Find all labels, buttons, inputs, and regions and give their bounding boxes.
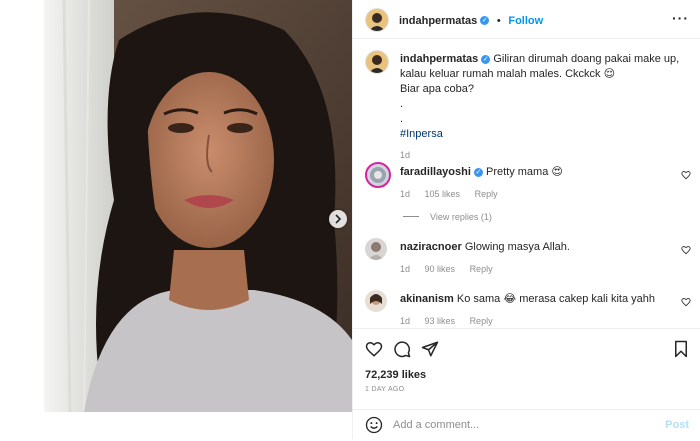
follow-button[interactable]: Follow bbox=[508, 15, 543, 27]
reply-button[interactable]: Reply bbox=[475, 189, 498, 199]
view-replies-button[interactable]: View replies (1) bbox=[430, 212, 492, 222]
emoji-icon[interactable] bbox=[365, 416, 383, 434]
heart-icon[interactable] bbox=[681, 245, 691, 255]
author-username[interactable]: indahpermatas bbox=[399, 15, 477, 27]
next-photo-button[interactable] bbox=[329, 210, 347, 228]
commenter-avatar[interactable] bbox=[365, 238, 387, 260]
caption-username[interactable]: indahpermatas bbox=[400, 53, 478, 65]
heart-icon[interactable] bbox=[365, 340, 383, 358]
comment-time: 1d bbox=[400, 264, 411, 274]
caption: indahpermatas ✓ Giliran dirumah doang pak… bbox=[400, 52, 690, 160]
like-count[interactable]: 72,239 likes bbox=[365, 369, 426, 381]
comment-likes[interactable]: 93 likes bbox=[425, 316, 456, 326]
comment-likes[interactable]: 90 likes bbox=[425, 264, 456, 274]
caption-line2: Biar apa coba? bbox=[400, 83, 474, 95]
post-panel: indahpermatas ✓ • Follow ··· indahpermata… bbox=[352, 0, 700, 439]
paper-plane-icon[interactable] bbox=[421, 340, 439, 358]
author-avatar[interactable] bbox=[365, 8, 389, 32]
add-comment-bar: Post bbox=[353, 409, 700, 441]
caption-time: 1d bbox=[400, 150, 411, 160]
comment-text: Ko sama 😂 merasa cakep kali kita yahh bbox=[456, 293, 655, 305]
caption-author-avatar[interactable] bbox=[365, 50, 389, 74]
commenter-username[interactable]: faradillayoshi bbox=[400, 166, 471, 178]
bookmark-icon[interactable] bbox=[673, 340, 689, 358]
reply-button[interactable]: Reply bbox=[470, 264, 493, 274]
more-options-icon[interactable]: ··· bbox=[672, 10, 689, 26]
commenter-avatar[interactable] bbox=[365, 290, 387, 312]
comment-time: 1d bbox=[400, 189, 411, 199]
reply-button[interactable]: Reply bbox=[470, 316, 493, 326]
commenter-username[interactable]: naziracnoer bbox=[400, 241, 462, 253]
verified-badge-icon: ✓ bbox=[473, 167, 483, 177]
comment-input[interactable] bbox=[391, 418, 655, 432]
post-photo[interactable] bbox=[44, 0, 352, 412]
post-header: indahpermatas ✓ • Follow ··· bbox=[353, 0, 700, 39]
hashtag-link[interactable]: #Inpersa bbox=[400, 127, 690, 142]
comment-time: 1d bbox=[400, 316, 411, 326]
post-actions: 72,239 likes 1 DAY AGO Post bbox=[353, 328, 700, 440]
caption-dot: . bbox=[400, 113, 404, 125]
heart-icon[interactable] bbox=[681, 297, 691, 307]
commenter-avatar[interactable] bbox=[365, 162, 391, 188]
caption-dot: . bbox=[400, 98, 404, 110]
verified-badge-icon: ✓ bbox=[480, 16, 490, 26]
chevron-right-icon bbox=[335, 214, 342, 224]
commenter-username[interactable]: akinanism bbox=[400, 293, 454, 305]
comment-text: Glowing masya Allah. bbox=[464, 241, 570, 253]
verified-badge-icon: ✓ bbox=[481, 54, 491, 64]
comment-text: Pretty mama 😍 bbox=[485, 166, 563, 178]
comment-likes[interactable]: 105 likes bbox=[425, 189, 461, 199]
comment-icon[interactable] bbox=[393, 340, 411, 358]
heart-icon[interactable] bbox=[681, 170, 691, 180]
post-comment-button[interactable]: Post bbox=[665, 419, 689, 431]
replies-divider bbox=[403, 216, 419, 217]
post-timestamp: 1 DAY AGO bbox=[365, 386, 405, 393]
